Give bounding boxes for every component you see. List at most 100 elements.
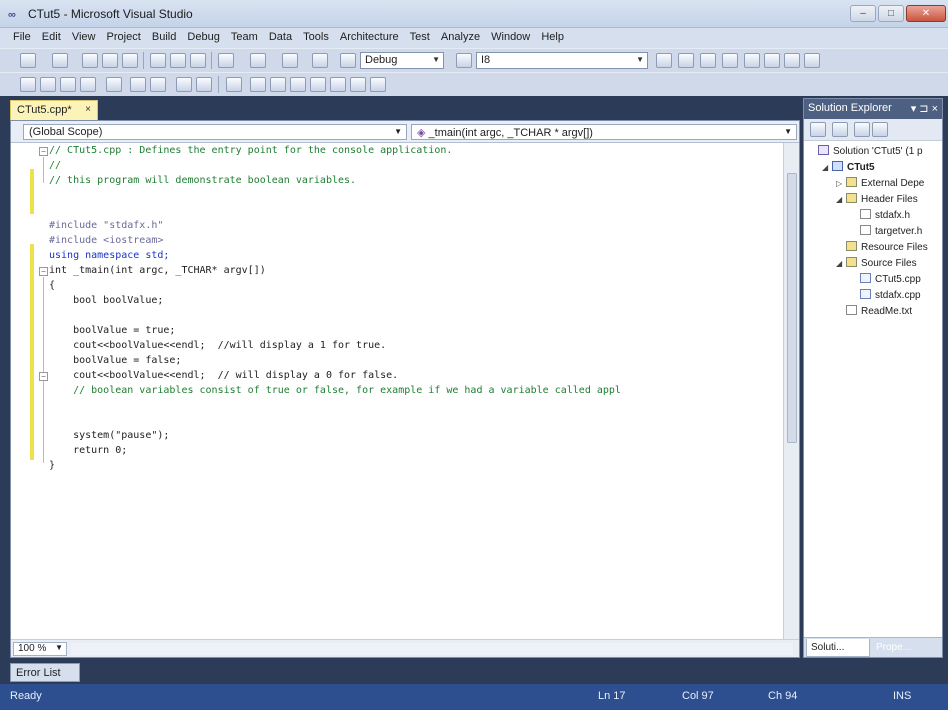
collapse-comment-icon[interactable]: − bbox=[39, 147, 48, 156]
tree-node[interactable]: Solution 'CTut5' (1 p bbox=[808, 144, 923, 160]
tree-node[interactable]: ◢ Header Files bbox=[836, 192, 918, 208]
paste-icon[interactable] bbox=[190, 53, 206, 68]
toolbox-icon[interactable] bbox=[722, 53, 738, 68]
menu-tools[interactable]: Tools bbox=[299, 28, 333, 43]
solution-configuration-dropdown[interactable]: Debug ▼ bbox=[360, 52, 444, 69]
team-explorer-icon[interactable] bbox=[744, 53, 760, 68]
class-view-icon[interactable] bbox=[872, 122, 888, 137]
code-line: boolValue = false; bbox=[49, 355, 182, 366]
collapse-comment-icon[interactable]: − bbox=[39, 372, 48, 381]
navigate-backward-icon[interactable] bbox=[282, 53, 298, 68]
menu-project[interactable]: Project bbox=[103, 28, 145, 43]
tree-expander-icon[interactable]: ◢ bbox=[836, 256, 846, 272]
menu-help[interactable]: Help bbox=[537, 28, 568, 43]
comment-lines-icon[interactable] bbox=[130, 77, 146, 92]
tree-node[interactable]: ReadMe.txt bbox=[836, 304, 912, 320]
tree-expander-icon[interactable]: ▷ bbox=[836, 176, 846, 192]
previous-bookmark-in-document-icon[interactable] bbox=[290, 77, 306, 92]
chevron-down-icon: ▼ bbox=[636, 55, 644, 64]
quick-info-icon[interactable] bbox=[60, 77, 76, 92]
menu-window[interactable]: Window bbox=[487, 28, 534, 43]
new-project-icon[interactable] bbox=[20, 53, 36, 68]
menu-edit[interactable]: Edit bbox=[38, 28, 65, 43]
tree-node[interactable]: ▷ External Depe bbox=[836, 176, 924, 192]
save-icon[interactable] bbox=[102, 53, 118, 68]
code-text-area[interactable]: − − − // CTut5.cpp : Defines the entry p… bbox=[11, 143, 783, 639]
tree-expander-icon[interactable]: ◢ bbox=[836, 192, 846, 208]
properties-icon[interactable] bbox=[810, 122, 826, 137]
command-window-icon[interactable] bbox=[804, 53, 820, 68]
menu-view[interactable]: View bbox=[68, 28, 100, 43]
previous-bookmark-icon[interactable] bbox=[196, 77, 212, 92]
menu-analyze[interactable]: Analyze bbox=[437, 28, 484, 43]
menu-file[interactable]: File bbox=[9, 28, 35, 43]
undo-icon[interactable] bbox=[218, 53, 234, 68]
tab-properties[interactable]: Prope... bbox=[872, 639, 938, 657]
status-column: Col 97 bbox=[682, 690, 714, 702]
clear-bookmarks-icon[interactable] bbox=[330, 77, 346, 92]
toggle-bookmark-icon[interactable] bbox=[176, 77, 192, 92]
menu-build[interactable]: Build bbox=[148, 28, 180, 43]
task-list-shortcut-icon[interactable] bbox=[350, 77, 366, 92]
menu-architecture[interactable]: Architecture bbox=[336, 28, 403, 43]
menu-debug[interactable]: Debug bbox=[183, 28, 223, 43]
open-file-icon[interactable] bbox=[82, 53, 98, 68]
close-window-button[interactable]: ✕ bbox=[906, 5, 946, 22]
find-in-files-icon[interactable] bbox=[456, 53, 472, 68]
scope-dropdown[interactable]: (Global Scope) ▼ bbox=[23, 124, 407, 140]
member-dropdown[interactable]: ◈ _tmain(int argc, _TCHAR * argv[]) ▼ bbox=[411, 124, 797, 140]
object-browser-icon[interactable] bbox=[700, 53, 716, 68]
show-all-files-icon[interactable] bbox=[832, 122, 848, 137]
close-tab-icon[interactable]: × bbox=[85, 104, 91, 115]
maximize-button[interactable]: □ bbox=[878, 5, 904, 22]
word-completion-icon[interactable] bbox=[80, 77, 96, 92]
tab-solution-explorer[interactable]: Soluti... bbox=[806, 639, 870, 657]
code-line: cout<<boolValue<<endl; // will display a… bbox=[49, 370, 399, 381]
refresh-icon[interactable] bbox=[854, 122, 870, 137]
minimize-button[interactable]: ‒ bbox=[850, 5, 876, 22]
zoom-dropdown[interactable]: 100 % ▼ bbox=[13, 642, 67, 656]
tree-node[interactable]: CTut5.cpp bbox=[850, 272, 921, 288]
solution-explorer-icon[interactable] bbox=[656, 53, 672, 68]
add-item-icon[interactable] bbox=[52, 53, 68, 68]
redo-icon[interactable] bbox=[250, 53, 266, 68]
next-bookmark-icon[interactable] bbox=[226, 77, 242, 92]
header-file-icon bbox=[860, 209, 871, 219]
tree-node-label: CTut5.cpp bbox=[875, 274, 921, 285]
save-all-icon[interactable] bbox=[122, 53, 138, 68]
uncomment-lines-icon[interactable] bbox=[150, 77, 166, 92]
menu-test[interactable]: Test bbox=[406, 28, 434, 43]
vertical-scrollbar[interactable] bbox=[783, 143, 799, 639]
find-combo[interactable]: I8 ▼ bbox=[476, 52, 648, 69]
tree-node[interactable]: targetver.h bbox=[850, 224, 922, 240]
properties-window-icon[interactable] bbox=[678, 53, 694, 68]
cut-icon[interactable] bbox=[150, 53, 166, 68]
start-debugging-icon[interactable] bbox=[340, 53, 356, 68]
parameter-info-icon[interactable] bbox=[40, 77, 56, 92]
decrease-indent-icon[interactable] bbox=[106, 77, 122, 92]
tree-node[interactable]: stdafx.h bbox=[850, 208, 910, 224]
next-bookmark-in-folder-icon[interactable] bbox=[270, 77, 286, 92]
horizontal-scrollbar[interactable] bbox=[71, 643, 793, 655]
fold-line bbox=[43, 277, 44, 463]
tab-error-list[interactable]: Error List bbox=[10, 663, 80, 682]
scrollbar-thumb[interactable] bbox=[787, 173, 797, 443]
start-page-icon[interactable] bbox=[784, 53, 800, 68]
navigate-forward-icon[interactable] bbox=[312, 53, 328, 68]
toolbar-options-icon[interactable] bbox=[370, 77, 386, 92]
copy-icon[interactable] bbox=[170, 53, 186, 68]
previous-bookmark-in-folder-icon[interactable] bbox=[250, 77, 266, 92]
tab-ctut5-cpp[interactable]: CTut5.cpp* × bbox=[10, 100, 98, 120]
collapse-function-icon[interactable]: − bbox=[39, 267, 48, 276]
tree-node[interactable]: ◢ CTut5 bbox=[822, 160, 875, 176]
next-bookmark-in-document-icon[interactable] bbox=[310, 77, 326, 92]
extension-manager-icon[interactable] bbox=[764, 53, 780, 68]
tree-expander-icon[interactable]: ◢ bbox=[822, 160, 832, 176]
tree-node[interactable]: Resource Files bbox=[836, 240, 928, 256]
display-object-member-list-icon[interactable] bbox=[20, 77, 36, 92]
panel-controls-icon[interactable]: ▾ ⊐ × bbox=[911, 102, 938, 115]
tree-node[interactable]: ◢ Source Files bbox=[836, 256, 917, 272]
menu-team[interactable]: Team bbox=[227, 28, 262, 43]
tree-node[interactable]: stdafx.cpp bbox=[850, 288, 921, 304]
menu-data[interactable]: Data bbox=[265, 28, 296, 43]
